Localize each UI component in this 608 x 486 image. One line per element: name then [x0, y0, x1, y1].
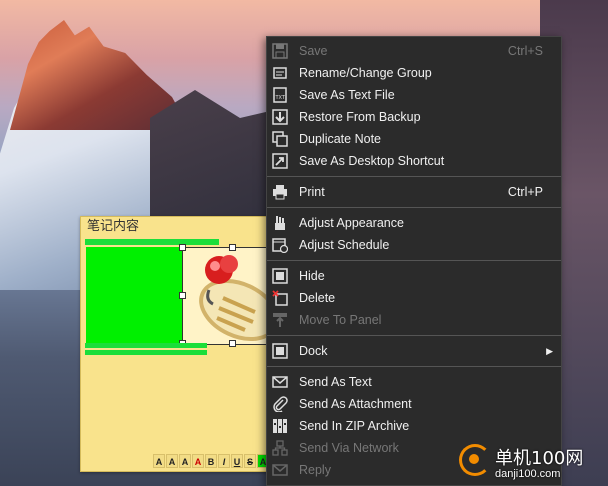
strikethrough-button[interactable]: S [244, 454, 256, 468]
svg-text:TXT: TXT [275, 95, 286, 101]
mail-icon [272, 376, 288, 388]
menu-item-label: Send Via Network [299, 441, 399, 455]
menu-item-send-as-attachment[interactable]: Send As Attachment [267, 393, 561, 415]
note-text-line [85, 343, 207, 348]
duplicate-icon [272, 131, 288, 147]
schedule-icon [272, 238, 288, 253]
resize-handle[interactable] [229, 340, 236, 347]
note-context-menu: Save Ctrl+S Rename/Change Group TXT Save… [266, 36, 562, 486]
resize-handle[interactable] [179, 244, 186, 251]
text-file-icon: TXT [273, 87, 287, 103]
menu-item-label: Reply [299, 463, 331, 477]
menu-item-label: Send As Attachment [299, 397, 412, 411]
note-image[interactable] [182, 247, 276, 345]
menu-item-label: Adjust Schedule [299, 238, 390, 252]
menu-item-send-as-text[interactable]: Send As Text [267, 371, 561, 393]
note-text-line [85, 239, 219, 245]
paperclip-icon [273, 396, 288, 412]
menu-separator [267, 260, 561, 261]
font-size-button[interactable]: A [179, 454, 191, 468]
menu-item-label: Rename/Change Group [299, 66, 432, 80]
menu-item-print[interactable]: Print Ctrl+P [267, 181, 561, 203]
note-title[interactable]: 笔记内容 [81, 217, 273, 237]
menu-item-label: Print [299, 185, 325, 199]
menu-item-desktop-shortcut[interactable]: Save As Desktop Shortcut [267, 150, 561, 172]
submenu-arrow-icon: ▶ [546, 346, 553, 356]
restore-icon [272, 109, 288, 125]
watermark-url: danji100.com [495, 468, 561, 480]
menu-item-shortcut: Ctrl+S [507, 44, 543, 58]
underline-button[interactable]: U [231, 454, 243, 468]
menu-item-adjust-schedule[interactable]: Adjust Schedule [267, 234, 561, 256]
resize-handle[interactable] [179, 292, 186, 299]
menu-item-adjust-appearance[interactable]: Adjust Appearance [267, 212, 561, 234]
font-button[interactable]: A [153, 454, 165, 468]
font-size-button[interactable]: A [166, 454, 178, 468]
note-text-line [85, 350, 207, 355]
menu-item-label: Hide [299, 269, 325, 283]
watermark-logo-dot [469, 454, 479, 464]
menu-item-label: Send In ZIP Archive [299, 419, 410, 433]
sticky-note-window[interactable]: 笔记内容 A A A A B I U S A [80, 216, 276, 472]
hide-icon [272, 268, 288, 284]
menu-item-rename[interactable]: Rename/Change Group [267, 62, 561, 84]
menu-item-label: Delete [299, 291, 336, 305]
note-pin-icon [199, 255, 275, 342]
reply-icon [272, 464, 288, 476]
resize-handle[interactable] [229, 244, 236, 251]
menu-item-label: Duplicate Note [299, 132, 381, 146]
menu-item-send-zip[interactable]: Send In ZIP Archive [267, 415, 561, 437]
watermark-site-name: 单机100网 [495, 448, 584, 469]
menu-separator [267, 335, 561, 336]
site-watermark: 单机100网 danji100.com [455, 440, 605, 486]
shortcut-icon [272, 153, 288, 169]
menu-separator [267, 207, 561, 208]
menu-item-label: Save As Text File [299, 88, 395, 102]
menu-item-save-as-text[interactable]: TXT Save As Text File [267, 84, 561, 106]
menu-separator [267, 366, 561, 367]
menu-item-shortcut: Ctrl+P [507, 185, 543, 199]
menu-item-hide[interactable]: Hide [267, 265, 561, 287]
menu-item-move-to-panel[interactable]: Move To Panel [267, 309, 561, 331]
rename-icon [273, 67, 287, 79]
move-to-panel-icon [273, 313, 287, 327]
menu-item-delete[interactable]: Delete [267, 287, 561, 309]
menu-item-label: Adjust Appearance [299, 216, 404, 230]
menu-item-label: Dock [299, 344, 328, 358]
menu-item-label: Save [299, 44, 328, 58]
delete-icon [272, 290, 288, 306]
network-icon [272, 440, 288, 456]
menu-item-restore[interactable]: Restore From Backup [267, 106, 561, 128]
note-content[interactable] [85, 239, 276, 449]
font-color-button[interactable]: A [192, 454, 204, 468]
dock-icon [272, 343, 288, 359]
note-green-block [86, 247, 182, 343]
save-icon [272, 43, 288, 59]
menu-item-save[interactable]: Save Ctrl+S [267, 40, 561, 62]
bold-button[interactable]: B [205, 454, 217, 468]
menu-separator [267, 176, 561, 177]
menu-item-label: Move To Panel [299, 313, 382, 327]
menu-item-dock[interactable]: Dock ▶ [267, 340, 561, 362]
menu-item-duplicate[interactable]: Duplicate Note [267, 128, 561, 150]
print-icon [273, 185, 287, 200]
menu-item-label: Send As Text [299, 375, 372, 389]
menu-item-label: Restore From Backup [299, 110, 421, 124]
zip-icon [273, 419, 287, 433]
appearance-icon [275, 216, 285, 230]
italic-button[interactable]: I [218, 454, 230, 468]
note-format-toolbar: A A A A B I U S A [153, 454, 269, 468]
menu-item-label: Save As Desktop Shortcut [299, 154, 445, 168]
